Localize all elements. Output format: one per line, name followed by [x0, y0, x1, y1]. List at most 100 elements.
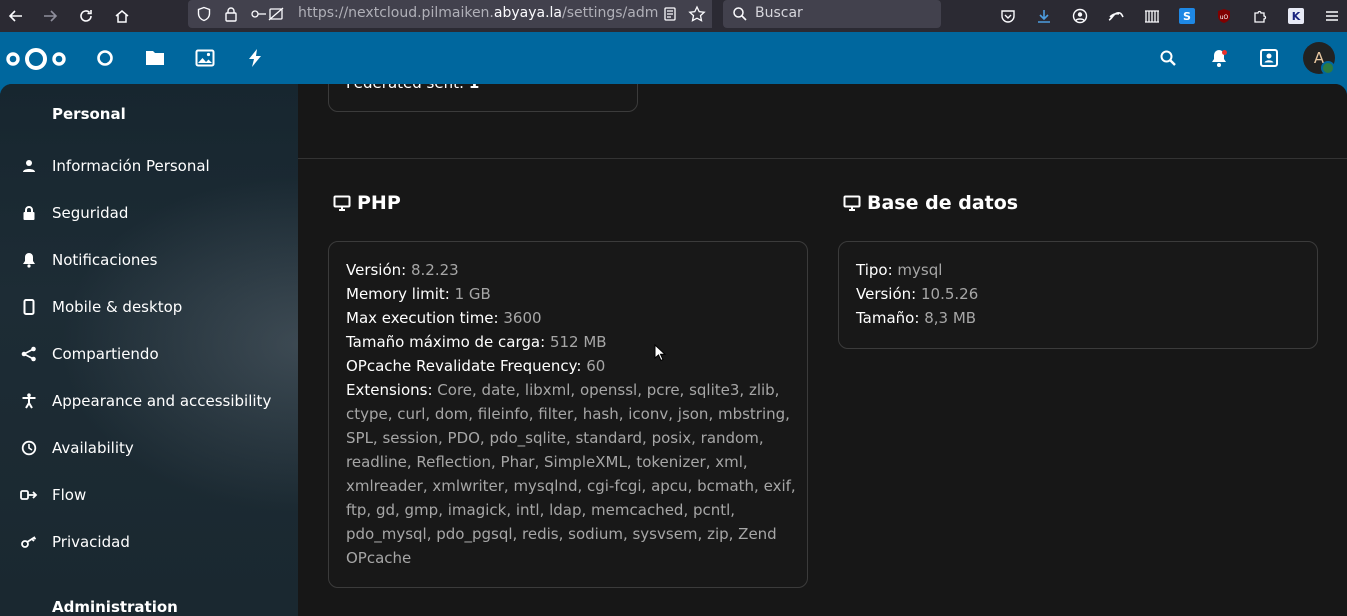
files-icon[interactable]: [141, 44, 169, 72]
federation-card: Federated sent: 1: [328, 84, 638, 112]
php-memory-value: 1 GB: [454, 285, 491, 303]
search-icon: [732, 6, 748, 26]
db-version-value: 10.5.26: [921, 285, 979, 303]
lock-icon[interactable]: [224, 6, 238, 26]
sidebar-item-label: Información Personal: [52, 157, 210, 175]
php-extensions-line: Extensions: Core, date, libxml, openssl,…: [346, 378, 796, 570]
account-icon[interactable]: [1066, 2, 1094, 30]
sidebar-item-appearance[interactable]: Appearance and accessibility: [0, 381, 298, 421]
php-exec-label: Max execution time:: [346, 309, 499, 327]
phone-icon: [20, 298, 38, 316]
php-opcache-value: 60: [586, 357, 606, 375]
svg-text:uO: uO: [1220, 14, 1229, 21]
federated-sent-line: Federated sent: 1: [346, 84, 479, 92]
sidebar-caption-personal: Personal: [52, 105, 126, 123]
federated-sent-label: Federated sent:: [346, 84, 464, 92]
back-arrow-icon[interactable]: [2, 2, 30, 30]
home-icon[interactable]: [108, 2, 136, 30]
forward-arrow-icon[interactable]: [36, 2, 64, 30]
app-content-wrapper: Personal Información Personal Seguridad …: [0, 84, 1347, 616]
db-size-value: 8,3 MB: [924, 309, 977, 327]
extension-cloud-icon[interactable]: [1102, 2, 1130, 30]
shield-icon[interactable]: [196, 6, 212, 26]
user-icon: [20, 157, 38, 175]
accessibility-icon: [20, 392, 38, 410]
notifications-bell-icon[interactable]: [1205, 44, 1233, 72]
sidebar-item-label: Mobile & desktop: [52, 298, 183, 316]
ublock-icon[interactable]: uO: [1210, 2, 1238, 30]
php-upload-value: 512 MB: [549, 333, 607, 351]
php-upload-label: Tamaño máximo de carga:: [346, 333, 546, 351]
bookmark-star-icon[interactable]: [688, 5, 706, 27]
url-text[interactable]: https://nextcloud.pilmaiken.abyaya.la/se…: [298, 5, 658, 21]
sidebar-item-label: Privacidad: [52, 533, 130, 551]
php-exec-value: 3600: [503, 309, 542, 327]
db-size-label: Tamaño:: [856, 309, 920, 327]
php-exec-line: Max execution time: 3600: [346, 309, 542, 327]
activity-bolt-icon[interactable]: [241, 44, 269, 72]
url-prefix: https://nextcloud.pilmaiken.: [298, 5, 494, 21]
lock-icon: [20, 204, 38, 222]
reader-view-icon[interactable]: [662, 6, 678, 26]
sidebar-item-label: Flow: [52, 486, 87, 504]
url-suffix: /settings/adm: [562, 5, 659, 21]
app-shell: Personal Información Personal Seguridad …: [0, 84, 1347, 616]
extension-k-icon[interactable]: K: [1282, 2, 1310, 30]
nextcloud-logo-icon[interactable]: [4, 45, 68, 77]
db-version-line: Versión: 10.5.26: [856, 285, 978, 303]
database-section-title: Base de datos: [843, 192, 1018, 214]
url-bar[interactable]: https://nextcloud.pilmaiken.abyaya.la/se…: [188, 0, 712, 28]
php-extensions-value: Core, date, libxml, openssl, pcre, sqlit…: [346, 381, 796, 567]
sidebar-item-label: Notificaciones: [52, 251, 158, 269]
download-icon[interactable]: [1030, 2, 1058, 30]
user-status-indicator: [1321, 61, 1335, 75]
sidebar-item-personal-info[interactable]: Información Personal: [0, 146, 298, 186]
key-icon: [20, 533, 38, 551]
monitor-icon: [843, 195, 861, 211]
db-version-label: Versión:: [856, 285, 917, 303]
php-opcache-label: OPcache Revalidate Frequency:: [346, 357, 582, 375]
contacts-icon[interactable]: [1255, 44, 1283, 72]
sidebar-item-notifications[interactable]: Notificaciones: [0, 240, 298, 280]
db-type-value: mysql: [897, 261, 943, 279]
php-section-title: PHP: [333, 192, 401, 214]
flow-icon: [20, 486, 38, 504]
extension-s-icon[interactable]: S: [1173, 2, 1201, 30]
browser-search-placeholder: Buscar: [755, 5, 803, 21]
nextcloud-header: A: [0, 32, 1347, 84]
monitor-icon: [333, 195, 351, 211]
sidebar-item-security[interactable]: Seguridad: [0, 193, 298, 233]
sidebar-item-sharing[interactable]: Compartiendo: [0, 334, 298, 374]
pocket-icon[interactable]: [994, 2, 1022, 30]
bell-icon: [20, 251, 38, 269]
sidebar-item-mobile-desktop[interactable]: Mobile & desktop: [0, 287, 298, 327]
sidebar-caption-administration: Administration: [52, 598, 178, 616]
permissions-icon[interactable]: [250, 6, 286, 26]
sidebar-item-label: Availability: [52, 439, 134, 457]
db-type-line: Tipo: mysql: [856, 261, 942, 279]
database-info-card: Tipo: mysql Versión: 10.5.26 Tamaño: 8,3…: [838, 241, 1318, 349]
browser-search-bar[interactable]: Buscar: [723, 0, 941, 28]
federated-sent-value: 1: [469, 84, 479, 92]
sidebar-item-privacy[interactable]: Privacidad: [0, 522, 298, 562]
php-version-label: Versión:: [346, 261, 407, 279]
unified-search-icon[interactable]: [1154, 44, 1182, 72]
sidebar-item-label: Seguridad: [52, 204, 129, 222]
database-title-text: Base de datos: [867, 192, 1019, 214]
db-size-line: Tamaño: 8,3 MB: [856, 309, 976, 327]
php-upload-line: Tamaño máximo de carga: 512 MB: [346, 333, 607, 351]
photos-icon[interactable]: [191, 44, 219, 72]
sidebar-item-label: Compartiendo: [52, 345, 159, 363]
sidebar-item-availability[interactable]: Availability: [0, 428, 298, 468]
settings-sidebar: Personal Información Personal Seguridad …: [0, 84, 298, 616]
menu-icon[interactable]: [1318, 2, 1346, 30]
extension-library-icon[interactable]: [1138, 2, 1166, 30]
db-type-label: Tipo:: [856, 261, 893, 279]
reload-icon[interactable]: [72, 2, 100, 30]
extensions-puzzle-icon[interactable]: [1246, 2, 1274, 30]
clock-icon: [20, 439, 38, 457]
sidebar-item-flow[interactable]: Flow: [0, 475, 298, 515]
sidebar-item-label: Appearance and accessibility: [52, 392, 272, 410]
php-extensions-label: Extensions:: [346, 381, 433, 399]
dashboard-icon[interactable]: [91, 44, 119, 72]
